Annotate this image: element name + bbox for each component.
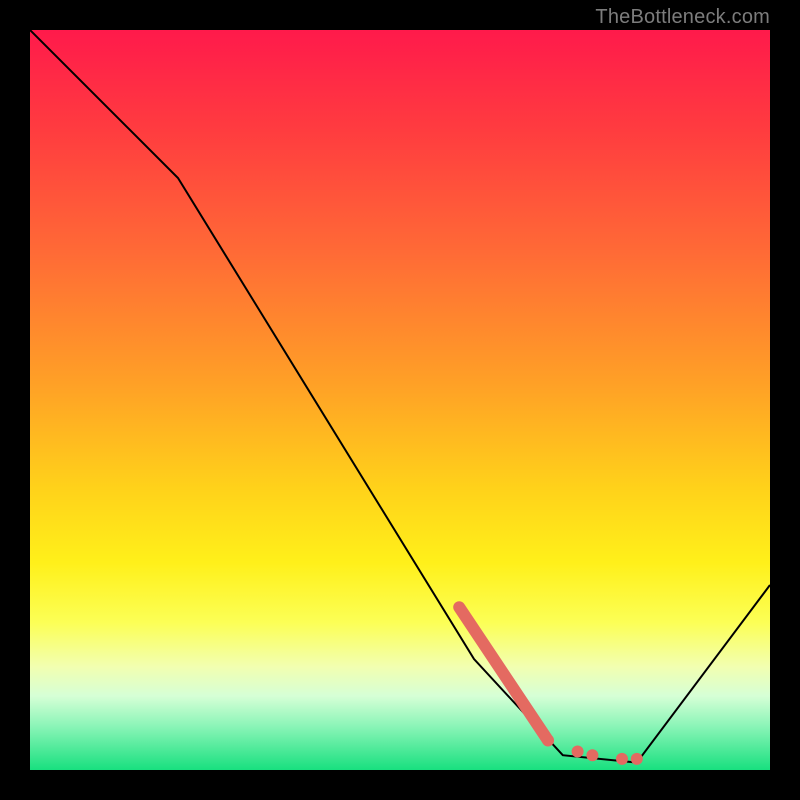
watermark-text: TheBottleneck.com xyxy=(595,6,770,29)
highlight-dot xyxy=(631,753,643,765)
highlight-dot xyxy=(572,746,584,758)
highlight-dot xyxy=(616,753,628,765)
highlight-segment xyxy=(459,607,548,740)
main-curve-line xyxy=(30,30,770,763)
plot-area xyxy=(30,30,770,770)
chart-frame: TheBottleneck.com xyxy=(0,0,800,800)
chart-svg xyxy=(30,30,770,770)
highlight-dot xyxy=(542,734,554,746)
highlight-dot xyxy=(586,749,598,761)
